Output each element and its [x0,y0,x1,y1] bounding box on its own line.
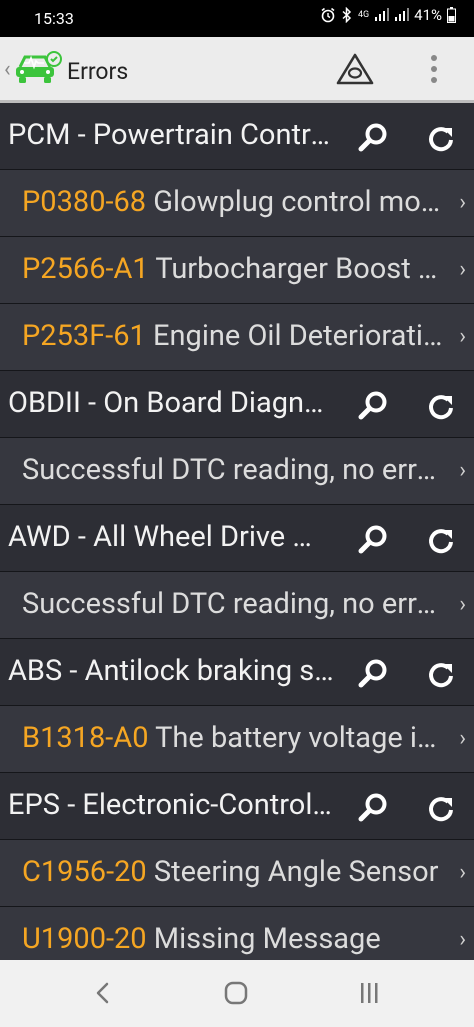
refresh-icon[interactable] [426,526,456,556]
status-icons: 4G 41% [320,6,456,24]
chevron-right-icon: › [459,190,466,215]
chevron-right-icon: › [459,726,466,751]
refresh-icon[interactable] [426,660,456,690]
car-diagnostics-logo-icon[interactable] [14,51,62,85]
dtc-description: Engine Oil Deterioration Level [153,319,448,353]
status-time: 15:33 [34,9,74,28]
search-icon[interactable] [356,523,390,557]
dtc-code: P253F-61 [22,319,146,353]
warning-triangle-icon[interactable] [336,52,374,86]
module-header-eps[interactable]: EPS - Electronic-Controlled Power Steeri… [0,773,474,840]
dtc-code: P0380-68 [22,185,147,219]
module-title: AWD - All Wheel Drive Module [8,520,334,554]
module-title: EPS - Electronic-Controlled Power Steeri… [8,788,334,822]
nav-home-icon[interactable] [223,980,249,1006]
system-nav-bar [0,960,474,1027]
dtc-row[interactable]: C1956-20 Steering Angle Sensor › [0,840,474,907]
signal-icon [375,8,390,21]
dtc-status-text: Successful DTC reading, no errors found [22,587,448,621]
search-icon[interactable] [356,121,390,155]
dtc-description: Missing Message [146,922,381,956]
module-title: OBDII - On Board Diagnostics [8,386,334,420]
dtc-description: Turbocharger Boost Control Position Sens… [155,252,448,286]
status-bar: 15:33 4G 41% [0,0,474,37]
page-title: Errors [67,58,129,85]
nav-back-icon[interactable] [90,980,116,1006]
bluetooth-icon [342,7,352,23]
chevron-right-icon: › [459,592,466,617]
refresh-icon[interactable] [426,392,456,422]
refresh-icon[interactable] [426,794,456,824]
dtc-row[interactable]: P2566-A1 Turbocharger Boost Control Posi… [0,237,474,304]
signal-icon-2 [395,8,410,21]
dtc-status-text: Successful DTC reading, no errors found [22,453,448,487]
module-header-abs[interactable]: ABS - Antilock braking system [0,639,474,706]
dtc-row[interactable]: B1318-A0 The battery voltage is low › [0,706,474,773]
nav-recent-apps-icon[interactable] [356,981,382,1005]
module-header-pcm[interactable]: PCM - Powertrain Control Module [0,103,474,170]
search-icon[interactable] [356,657,390,691]
dtc-code: P2566-A1 [22,252,149,286]
dtc-row[interactable]: P253F-61 Engine Oil Deterioration Level … [0,304,474,371]
dtc-description: Glowplug control module - event informat… [153,185,448,219]
chevron-right-icon: › [459,257,466,282]
dtc-status-row[interactable]: Successful DTC reading, no errors found … [0,438,474,505]
error-list: PCM - Powertrain Control Module P0380-68… [0,103,474,974]
chevron-right-icon: › [459,860,466,885]
chevron-right-icon: › [459,324,466,349]
action-bar: ‹ Errors [0,37,474,103]
module-header-awd[interactable]: AWD - All Wheel Drive Module [0,505,474,572]
dtc-description: The battery voltage is low [155,721,448,755]
dtc-code: B1318-A0 [22,721,149,755]
battery-icon [447,7,456,23]
network-type-label: 4G [357,10,370,20]
chevron-right-icon: › [459,458,466,483]
back-chevron-icon[interactable]: ‹ [4,57,11,82]
dtc-code: U1900-20 [22,922,147,956]
module-title: PCM - Powertrain Control Module [8,118,334,152]
module-header-obdii[interactable]: OBDII - On Board Diagnostics [0,371,474,438]
module-title: ABS - Antilock braking system [8,654,334,688]
search-icon[interactable] [356,389,390,423]
dtc-description: Steering Angle Sensor [146,855,439,889]
battery-percent: 41% [414,6,442,24]
dtc-status-row[interactable]: Successful DTC reading, no errors found … [0,572,474,639]
dtc-row[interactable]: P0380-68 Glowplug control module - event… [0,170,474,237]
dtc-code: C1956-20 [22,855,147,889]
overflow-menu-icon[interactable] [424,53,444,85]
search-icon[interactable] [356,791,390,825]
alarm-icon [321,7,335,23]
refresh-icon[interactable] [426,124,456,154]
chevron-right-icon: › [459,927,466,952]
